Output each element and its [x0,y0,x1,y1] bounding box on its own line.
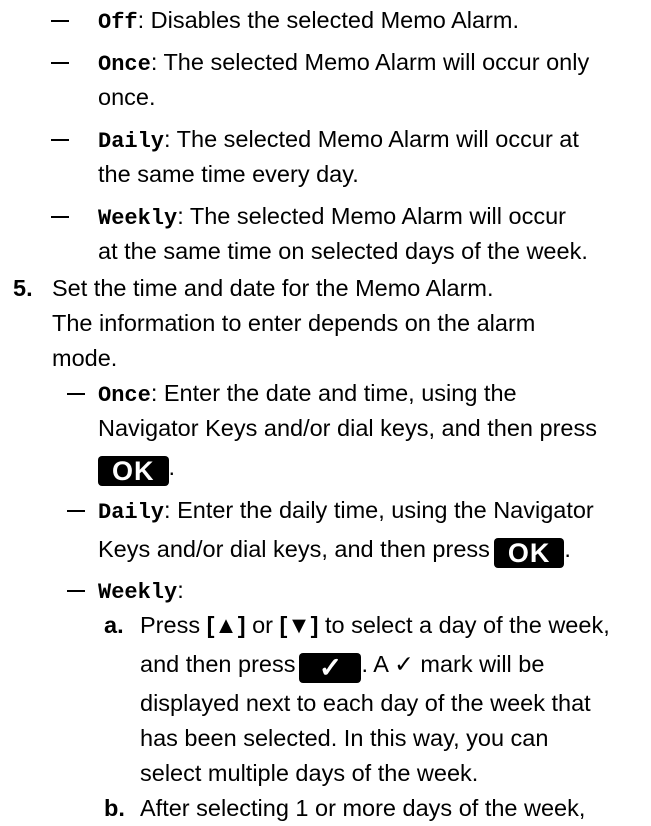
bullet-dash [51,139,69,141]
substep-a-line-3: displayed next to each day of the week t… [140,690,591,716]
weekly-keyword: Weekly [98,206,178,231]
once-keyword: Once [98,383,151,408]
weekly-keyword: Weekly [98,580,178,605]
mode-weekly-line-2: at the same time on selected days of the… [98,238,588,264]
check-key-icon: ✓ [299,653,362,683]
mode-daily-line: Daily: The selected Memo Alarm will occu… [98,126,579,154]
daily-keyword: Daily [98,500,165,525]
mode-off-line: Off: Disables the selected Memo Alarm. [98,7,519,35]
bullet-dash [51,62,69,64]
daily-keyword: Daily [98,129,165,154]
substep-b-label: b. [104,795,125,821]
bullet-dash [67,590,85,592]
bullet-dash [51,20,69,22]
step5-once-line-3: OK. [94,450,175,486]
step5-weekly-line: Weekly: [98,577,184,605]
substep-b-line-1: After selecting 1 or more days of the we… [140,795,586,821]
substep-a-line-2: and then press ✓. A ✓ mark will be [140,651,545,683]
up-arrow-key-icon: [▲] [206,612,246,638]
bullet-dash [67,393,85,395]
step5-daily-line-2: Keys and/or dial keys, and then press OK. [98,536,571,568]
mode-once-line-2: once. [98,84,156,110]
bullet-dash [67,510,85,512]
bullet-dash [51,216,69,218]
off-keyword: Off [98,10,138,35]
down-arrow-key-icon: [▼] [279,612,319,638]
substep-a-line-4: has been selected. In this way, you can [140,725,549,751]
step5-daily-line: Daily: Enter the daily time, using the N… [98,497,594,525]
mode-once-line: Once: The selected Memo Alarm will occur… [98,49,590,77]
ok-key-icon: OK [493,538,565,568]
document-page: Off: Disables the selected Memo Alarm. O… [0,0,651,821]
step5-line-1: Set the time and date for the Memo Alarm… [52,275,494,301]
mode-weekly-line: Weekly: The selected Memo Alarm will occ… [98,203,566,231]
ok-key-icon: OK [98,456,169,486]
step5-once-line-2: Navigator Keys and/or dial keys, and the… [98,415,597,441]
substep-a-line-5: select multiple days of the week. [140,760,479,786]
mode-daily-line-2: the same time every day. [98,161,359,187]
substep-a-line-1: Press [▲] or [▼] to select a day of the … [140,612,610,638]
step5-once-line: Once: Enter the date and time, using the [98,380,517,408]
step5-line-3: mode. [52,345,118,371]
once-keyword: Once [98,52,151,77]
step5-line-2: The information to enter depends on the … [52,310,536,336]
substep-a-label: a. [104,612,124,638]
step-number: 5. [13,275,33,301]
